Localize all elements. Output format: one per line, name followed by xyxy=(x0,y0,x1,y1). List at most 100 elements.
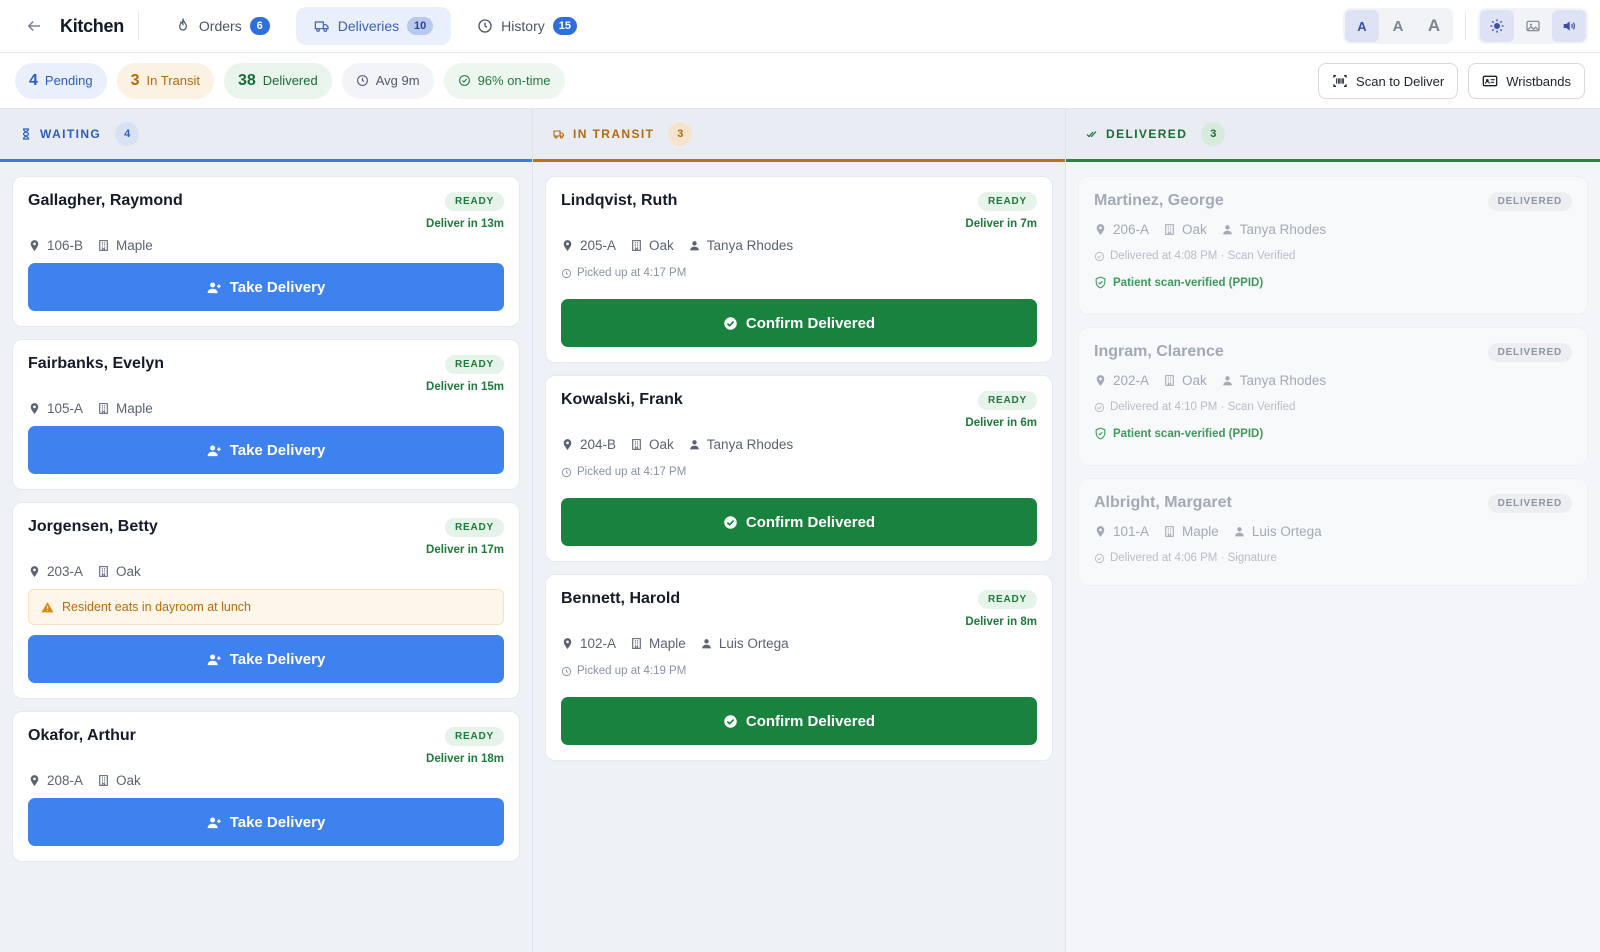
check-circle-icon xyxy=(1094,553,1105,564)
double-check-icon xyxy=(1086,131,1097,138)
avg-time-stat: Avg 9m xyxy=(341,62,434,99)
delivery-card: Fairbanks, Evelyn READY Deliver in 15m 1… xyxy=(12,339,520,490)
hourglass-icon xyxy=(22,128,30,140)
confirm-delivered-label: Confirm Delivered xyxy=(745,314,876,332)
tab-orders-label: Orders xyxy=(198,18,242,34)
ready-badge: READY xyxy=(977,192,1037,211)
delivered-column-header: DELIVERED 3 xyxy=(1066,109,1600,162)
card-meta: 101-A Maple Luis Ortega xyxy=(1094,524,1572,539)
ready-badge: READY xyxy=(444,355,504,374)
pickup-time: Picked up at 4:19 PM xyxy=(561,665,1037,677)
tab-history-label: History xyxy=(501,18,545,34)
delivery-info: Delivered at 4:10 PM · Scan Verified xyxy=(1094,401,1572,413)
building-icon xyxy=(1163,223,1176,236)
wing: Maple xyxy=(1163,524,1219,539)
tab-orders[interactable]: Orders 6 xyxy=(157,7,288,45)
take-delivery-label: Take Delivery xyxy=(229,813,326,831)
delivery-card: Lindqvist, Ruth READY Deliver in 7m 205-… xyxy=(545,176,1053,363)
staff: Luis Ortega xyxy=(1233,524,1322,539)
transit-stat[interactable]: 3 In Transit xyxy=(116,62,214,99)
room: 203-A xyxy=(28,564,83,579)
waiting-list: Gallagher, Raymond READY Deliver in 13m … xyxy=(0,162,532,952)
building-icon xyxy=(97,774,110,787)
take-delivery-button[interactable]: Take Delivery xyxy=(28,263,504,311)
ready-badge: READY xyxy=(977,391,1037,410)
room: 106-B xyxy=(28,238,83,253)
clock-icon xyxy=(477,18,493,34)
map-pin-icon xyxy=(28,402,41,415)
back-arrow-icon[interactable] xyxy=(22,14,46,38)
map-pin-icon xyxy=(561,637,574,650)
take-delivery-button[interactable]: Take Delivery xyxy=(28,798,504,846)
tab-history[interactable]: History 15 xyxy=(459,7,595,45)
person-icon xyxy=(688,239,701,252)
card-meta: 202-A Oak Tanya Rhodes xyxy=(1094,373,1572,388)
tab-deliveries-label: Deliveries xyxy=(337,18,400,34)
waiting-column: WAITING 4 Gallagher, Raymond READY Deliv… xyxy=(0,109,533,952)
delivered-card: Ingram, Clarence DELIVERED 202-A Oak Tan… xyxy=(1078,327,1588,466)
font-size-large-button[interactable]: A xyxy=(1417,10,1451,42)
image-icon[interactable] xyxy=(1516,10,1550,42)
delivery-info-text: Delivered at 4:10 PM · Scan Verified xyxy=(1110,401,1296,413)
delivered-column-title: DELIVERED xyxy=(1106,127,1188,141)
pickup-time-text: Picked up at 4:17 PM xyxy=(577,466,687,478)
ready-badge: READY xyxy=(444,727,504,746)
tools-divider xyxy=(1465,12,1466,40)
wing: Oak xyxy=(1163,222,1207,237)
id-card-icon xyxy=(1482,75,1498,87)
confirm-delivered-label: Confirm Delivered xyxy=(745,513,876,531)
nav-divider xyxy=(137,12,139,40)
display-tools: A A A xyxy=(1343,8,1588,44)
map-pin-icon xyxy=(1094,525,1107,538)
wristbands-button[interactable]: Wristbands xyxy=(1468,63,1585,99)
map-pin-icon xyxy=(1094,223,1107,236)
map-pin-icon xyxy=(28,239,41,252)
scan-to-deliver-button[interactable]: Scan to Deliver xyxy=(1318,63,1459,99)
delivered-card: Albright, Margaret DELIVERED 101-A Maple… xyxy=(1078,478,1588,586)
delivery-card: Gallagher, Raymond READY Deliver in 13m … xyxy=(12,176,520,327)
pickup-time: Picked up at 4:17 PM xyxy=(561,466,1037,478)
building-icon xyxy=(97,565,110,578)
resident-name: Bennett, Harold xyxy=(561,590,681,607)
delivery-card: Okafor, Arthur READY Deliver in 18m 208-… xyxy=(12,711,520,862)
delivered-badge: DELIVERED xyxy=(1487,192,1572,211)
pending-stat[interactable]: 4 Pending xyxy=(15,62,107,99)
card-meta: 105-A Maple xyxy=(28,401,504,416)
card-meta: 106-B Maple xyxy=(28,238,504,253)
font-size-group: A A A xyxy=(1343,8,1453,44)
take-delivery-label: Take Delivery xyxy=(229,278,326,296)
avg-time-label: Avg 9m xyxy=(375,73,420,88)
building-icon xyxy=(630,239,643,252)
map-pin-icon xyxy=(28,565,41,578)
font-size-small-button[interactable]: A xyxy=(1345,10,1379,42)
font-size-medium-button[interactable]: A xyxy=(1381,10,1415,42)
delivery-info-text: Delivered at 4:06 PM · Signature xyxy=(1110,552,1277,564)
delivery-info: Delivered at 4:08 PM · Scan Verified xyxy=(1094,250,1572,262)
take-delivery-button[interactable]: Take Delivery xyxy=(28,635,504,683)
transit-column: IN TRANSIT 3 Lindqvist, Ruth READY Deliv… xyxy=(533,109,1066,952)
sun-icon[interactable] xyxy=(1480,10,1514,42)
room: 208-A xyxy=(28,773,83,788)
waiting-column-count: 4 xyxy=(115,122,140,146)
confirm-delivered-button[interactable]: Confirm Delivered xyxy=(561,697,1037,745)
user-plus-icon xyxy=(207,815,222,830)
person-icon xyxy=(700,637,713,650)
clock-icon xyxy=(561,467,572,478)
confirm-delivered-button[interactable]: Confirm Delivered xyxy=(561,498,1037,546)
ready-badge: READY xyxy=(977,590,1037,609)
delivered-stat[interactable]: 38 Delivered xyxy=(224,62,332,99)
take-delivery-button[interactable]: Take Delivery xyxy=(28,426,504,474)
check-circle-icon xyxy=(458,74,471,87)
staff: Tanya Rhodes xyxy=(1221,373,1326,388)
tab-deliveries[interactable]: Deliveries 10 xyxy=(295,7,452,45)
confirm-delivered-button[interactable]: Confirm Delivered xyxy=(561,299,1037,347)
delivered-list: Martinez, George DELIVERED 206-A Oak Tan… xyxy=(1066,162,1600,952)
speaker-icon[interactable] xyxy=(1552,10,1586,42)
pickup-time-text: Picked up at 4:19 PM xyxy=(577,665,687,677)
delivered-badge: DELIVERED xyxy=(1487,494,1572,513)
waiting-column-header: WAITING 4 xyxy=(0,109,532,162)
delivered-badge: DELIVERED xyxy=(1487,343,1572,362)
ready-badge: READY xyxy=(444,192,504,211)
clock-icon xyxy=(561,268,572,279)
staff: Tanya Rhodes xyxy=(1221,222,1326,237)
